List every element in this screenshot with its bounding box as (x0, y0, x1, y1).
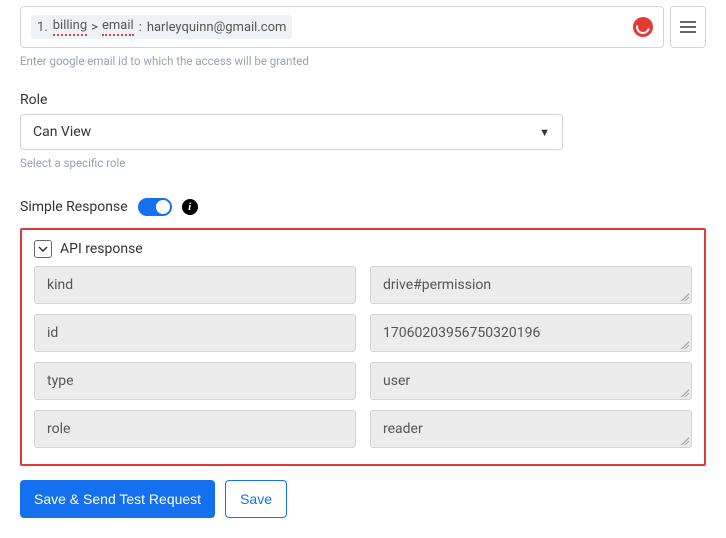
api-value-cell[interactable]: 17060203956750320196 (370, 314, 692, 352)
save-send-button[interactable]: Save & Send Test Request (20, 480, 215, 518)
api-response-row: type user (34, 362, 692, 400)
api-key-cell[interactable]: kind (34, 266, 356, 304)
chip-index: 1. (37, 20, 48, 35)
role-selected-value: Can View (33, 124, 91, 140)
api-response-title: API response (60, 241, 143, 257)
email-hint: Enter google email id to which the acces… (20, 54, 706, 68)
chip-separator: > (91, 20, 98, 35)
api-value-cell[interactable]: reader (370, 410, 692, 448)
simple-response-toggle[interactable] (138, 198, 172, 216)
role-select[interactable]: Can View ▼ (20, 114, 563, 150)
chevron-down-icon (38, 246, 48, 252)
api-response-row: kind drive#permission (34, 266, 692, 304)
menu-button[interactable] (670, 6, 706, 48)
chip-part-billing: billing (53, 18, 87, 36)
role-label: Role (20, 92, 706, 108)
chevron-down-icon: ▼ (539, 126, 550, 139)
api-response-panel: API response kind drive#permission id 17060… (20, 228, 706, 466)
api-response-row: id 17060203956750320196 (34, 314, 692, 352)
record-icon[interactable] (633, 17, 653, 37)
chip-colon: : (139, 20, 142, 35)
email-chip[interactable]: 1. billing > email : harleyquinn@gmail.c… (31, 15, 292, 39)
hamburger-icon (680, 20, 696, 34)
api-response-row: role reader (34, 410, 692, 448)
collapse-button[interactable] (34, 240, 52, 258)
email-input[interactable]: 1. billing > email : harleyquinn@gmail.c… (20, 6, 664, 48)
api-key-cell[interactable]: role (34, 410, 356, 448)
chip-value: harleyquinn@gmail.com (147, 20, 287, 35)
save-button[interactable]: Save (225, 480, 287, 518)
api-key-cell[interactable]: id (34, 314, 356, 352)
simple-response-label: Simple Response (20, 199, 128, 215)
chip-part-email: email (102, 18, 134, 36)
role-hint: Select a specific role (20, 156, 706, 170)
api-key-cell[interactable]: type (34, 362, 356, 400)
api-value-cell[interactable]: drive#permission (370, 266, 692, 304)
api-value-cell[interactable]: user (370, 362, 692, 400)
info-icon[interactable]: i (182, 199, 198, 215)
